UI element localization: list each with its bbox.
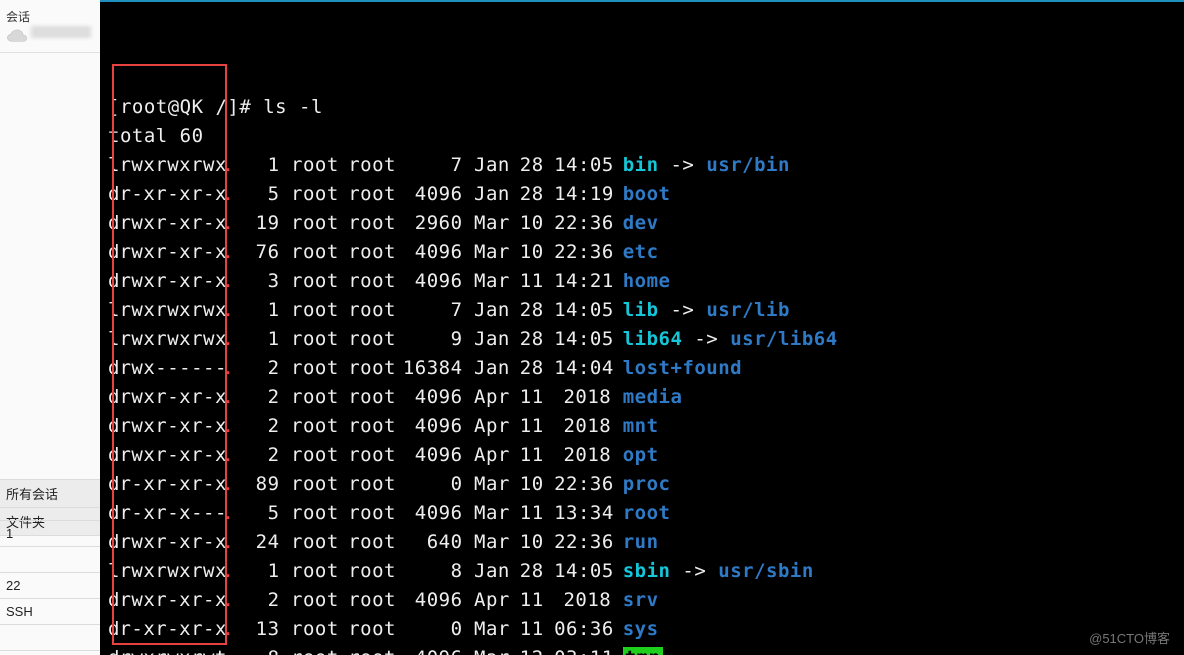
file-name: sys	[623, 618, 659, 640]
ls-row: lrwxrwxrwx. 1 root root7 Jan 28 14:05 bi…	[108, 151, 1176, 180]
terminal[interactable]: [root@QK /]# ls -ltotal 60lrwxrwxrwx. 1 …	[100, 0, 1184, 655]
file-name: lib64	[623, 328, 683, 350]
link-target: usr/lib64	[730, 328, 837, 350]
ls-row: lrwxrwxrwx. 1 root root7 Jan 28 14:05 li…	[108, 296, 1176, 325]
file-name: srv	[623, 589, 659, 611]
sidebar-cell[interactable]	[0, 546, 100, 572]
ls-row: lrwxrwxrwx. 1 root root8 Jan 28 14:05 sb…	[108, 557, 1176, 586]
ls-row: dr-xr-x---. 5 root root4096 Mar 11 13:34…	[108, 499, 1176, 528]
sidebar-cell-list: 1 22SSH	[0, 520, 100, 651]
ls-row: drwx------. 2 root root16384 Jan 28 14:0…	[108, 354, 1176, 383]
ls-row: drwxr-xr-x. 24 root root640 Mar 10 22:36…	[108, 528, 1176, 557]
sidebar-cell[interactable]: 22	[0, 572, 100, 598]
ls-row: drwxr-xr-x. 2 root root4096 Apr 11 2018 …	[108, 383, 1176, 412]
ls-row: drwxr-xr-x. 3 root root4096 Mar 11 14:21…	[108, 267, 1176, 296]
session-name-blurred	[31, 27, 91, 41]
sidebar-cell[interactable]: SSH	[0, 598, 100, 624]
link-target: usr/lib	[706, 299, 790, 321]
ls-row: drwxr-xr-x. 2 root root4096 Apr 11 2018 …	[108, 586, 1176, 615]
total-line: total 60	[108, 122, 1176, 151]
sidebar-tab-all-sessions[interactable]: 所有会话	[0, 479, 100, 508]
terminal-output: [root@QK /]# ls -ltotal 60lrwxrwxrwx. 1 …	[100, 2, 1184, 655]
sidebar-cell[interactable]: 1	[0, 520, 100, 546]
file-name: proc	[623, 473, 671, 495]
ls-row: lrwxrwxrwx. 1 root root9 Jan 28 14:05 li…	[108, 325, 1176, 354]
file-name: sbin	[623, 560, 671, 582]
ls-row: drwxr-xr-x. 19 root root2960 Mar 10 22:3…	[108, 209, 1176, 238]
ls-row: drwxrwxrwt. 8 root root4096 Mar 12 03:11…	[108, 644, 1176, 655]
session-label: 会话	[6, 8, 94, 25]
file-name: boot	[623, 183, 671, 205]
sidebar-cell[interactable]	[0, 624, 100, 651]
ls-row: dr-xr-xr-x. 5 root root4096 Jan 28 14:19…	[108, 180, 1176, 209]
ls-row: drwxr-xr-x. 2 root root4096 Apr 11 2018 …	[108, 441, 1176, 470]
file-name: run	[623, 531, 659, 553]
file-name: opt	[623, 444, 659, 466]
file-name: etc	[623, 241, 659, 263]
ls-row: drwxr-xr-x. 76 root root4096 Mar 10 22:3…	[108, 238, 1176, 267]
watermark: @51CTO博客	[1089, 628, 1170, 647]
ls-row: dr-xr-xr-x. 89 root root0 Mar 10 22:36 p…	[108, 470, 1176, 499]
prompt-line: [root@QK /]# ls -l	[108, 93, 1176, 122]
file-name: root	[623, 502, 671, 524]
ls-row: drwxr-xr-x. 2 root root4096 Apr 11 2018 …	[108, 412, 1176, 441]
session-header: 会话	[0, 0, 100, 53]
link-target: usr/bin	[706, 154, 790, 176]
link-target: usr/sbin	[718, 560, 814, 582]
file-name: tmp	[623, 647, 663, 655]
file-name: lost+found	[623, 357, 742, 379]
ls-row: dr-xr-xr-x. 13 root root0 Mar 11 06:36 s…	[108, 615, 1176, 644]
file-name: bin	[623, 154, 659, 176]
file-name: dev	[623, 212, 659, 234]
sidebar: 会话 所有会话 文件夹 122SSH	[0, 0, 101, 655]
file-name: media	[623, 386, 683, 408]
cloud-icon	[6, 29, 28, 46]
file-name: mnt	[623, 415, 659, 437]
file-name: lib	[623, 299, 659, 321]
file-name: home	[623, 270, 671, 292]
